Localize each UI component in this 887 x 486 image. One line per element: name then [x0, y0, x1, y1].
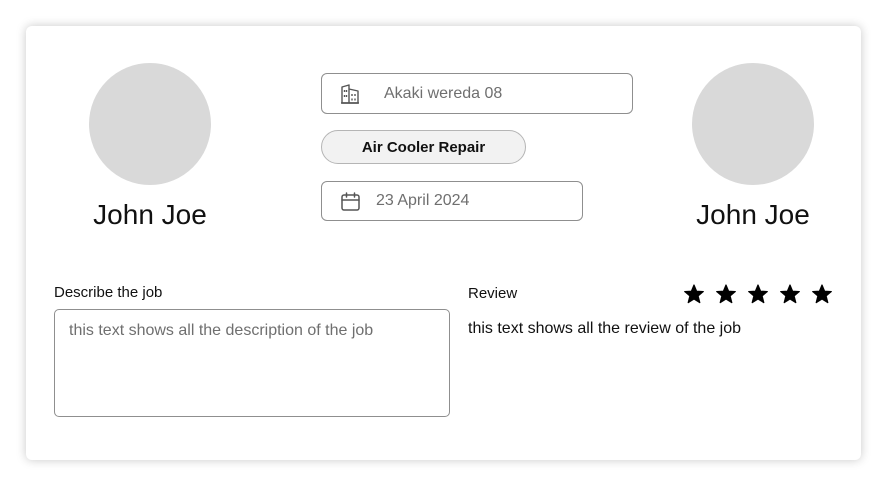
service-chip[interactable]: Air Cooler Repair	[321, 130, 526, 164]
star-icon	[812, 284, 832, 304]
avatar-left	[89, 63, 211, 185]
review-label: Review	[468, 285, 518, 302]
location-field[interactable]: Akaki wereda 08	[321, 73, 633, 114]
right-profile-name: John Joe	[696, 199, 810, 230]
left-profile-name: John Joe	[93, 199, 207, 230]
location-value: Akaki wereda 08	[384, 84, 503, 102]
star-icon	[780, 284, 800, 304]
star-icon	[684, 284, 704, 304]
building-icon	[338, 82, 362, 106]
review-text: this text shows all the review of the jo…	[468, 320, 742, 337]
job-detail-card: John Joe John Joe Akaki wereda 08 Air Co…	[26, 26, 861, 460]
star-icon	[748, 284, 768, 304]
star-icon	[716, 284, 736, 304]
calendar-icon	[339, 190, 361, 212]
date-field[interactable]: 23 April 2024	[321, 181, 583, 221]
description-textarea[interactable]: this text shows all the description of t…	[54, 309, 450, 417]
avatar-right	[692, 63, 814, 185]
date-value: 23 April 2024	[376, 192, 470, 209]
description-label: Describe the job	[54, 284, 163, 301]
rating-stars	[684, 284, 832, 304]
